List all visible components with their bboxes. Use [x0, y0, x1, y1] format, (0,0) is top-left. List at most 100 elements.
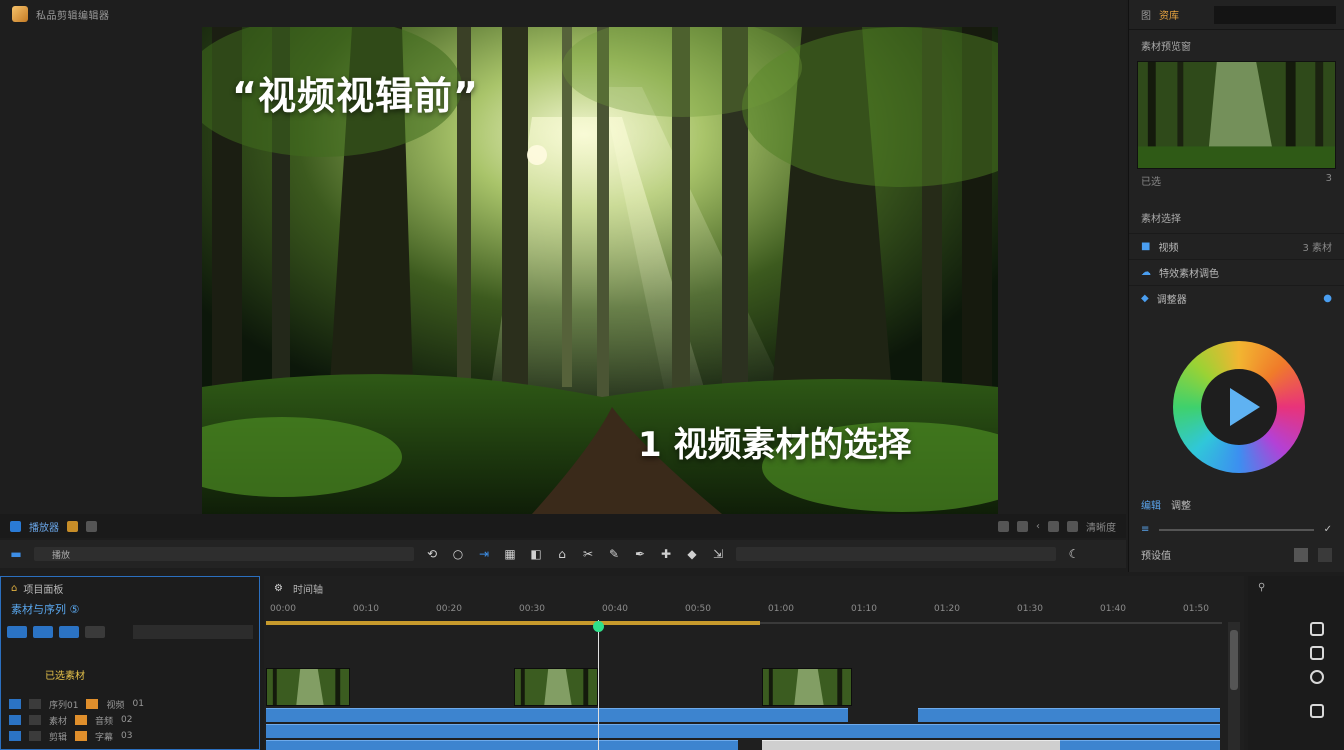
timeline-scrollbar[interactable] [1228, 622, 1240, 750]
in-point-icon[interactable]: ⇥ [476, 546, 492, 562]
tab-edit[interactable]: 编辑 [1141, 497, 1161, 512]
ruler-tick-label: 01:50 [1183, 604, 1209, 614]
tab-adjust[interactable]: 调整 [1171, 497, 1191, 512]
project-row[interactable]: 序列01 视频 01 [1, 696, 259, 712]
inspector-search-input[interactable] [1214, 5, 1336, 24]
play-icon[interactable] [1230, 388, 1260, 426]
tool-column-label: ⚲ [1258, 582, 1266, 593]
subtitle-clip[interactable] [762, 740, 1060, 750]
preset-swatch-1[interactable] [1294, 547, 1308, 562]
inspector-slider-row: ≡ ✓ [1129, 518, 1344, 541]
audio-clip[interactable] [266, 740, 738, 750]
grid-icon[interactable]: ▦ [502, 546, 518, 562]
import-button[interactable] [33, 626, 53, 638]
folder-icon[interactable] [1310, 622, 1324, 636]
project-row[interactable]: 剪辑 字幕 03 [1, 728, 259, 744]
safe-zone-button[interactable] [1017, 520, 1028, 532]
list-view-button[interactable] [59, 626, 79, 638]
project-header: ⌂ 项目面板 [1, 577, 259, 599]
record-icon[interactable] [1310, 670, 1324, 684]
home-icon[interactable]: ⌂ [554, 546, 570, 562]
home-icon[interactable]: ⌂ [11, 583, 17, 594]
secondary-scrub-bar[interactable] [736, 547, 1056, 561]
tab-library[interactable]: 资库 [1159, 7, 1179, 22]
section-title: 素材预览窗 [1141, 42, 1191, 53]
scrub-label: 播放 [52, 551, 71, 561]
chevron-left-icon[interactable]: ‹ [1036, 521, 1040, 532]
copy-icon[interactable] [1310, 646, 1324, 660]
timeline-header: ⚙ 时间轴 [264, 576, 1244, 600]
grid-button[interactable] [1048, 520, 1059, 532]
face-icon[interactable] [1310, 704, 1324, 718]
scrollbar-thumb[interactable] [1230, 630, 1238, 690]
moon-icon[interactable]: ☾ [1066, 546, 1082, 562]
sort-dropdown[interactable] [133, 625, 253, 639]
loop-icon[interactable]: ⟲ [424, 546, 440, 562]
preset-swatch-2[interactable] [1318, 547, 1332, 562]
list-title: 素材选择 [1141, 214, 1181, 225]
layout-button[interactable] [86, 520, 97, 532]
quality-label[interactable]: 清晰度 [1086, 519, 1116, 534]
video-clip[interactable] [514, 668, 598, 706]
playhead-handle[interactable] [593, 621, 604, 632]
tab-image[interactable]: 图 [1141, 7, 1151, 22]
tool-column: ⚲ [1248, 576, 1344, 750]
project-buttons [1, 619, 259, 645]
fit-button[interactable] [998, 520, 1009, 532]
inspector-panel: 图 资库 素材预览窗 已选 3 素材选择 ■ 视频 3 素材 ☁ 特效素材调色 … [1128, 0, 1344, 572]
intensity-slider[interactable] [1159, 528, 1314, 531]
row-value: 3 素材 [1302, 243, 1332, 254]
new-item-button[interactable] [7, 626, 27, 638]
crop-button[interactable] [1067, 520, 1078, 532]
ruler-tick-label: 01:00 [768, 604, 794, 614]
move-icon[interactable]: ✚ [658, 546, 674, 562]
audio-clip[interactable] [266, 708, 848, 722]
inspector-row-effects[interactable]: ☁ 特效素材调色 [1129, 259, 1344, 285]
marker-button[interactable] [67, 520, 78, 532]
export-icon[interactable]: ⇲ [710, 546, 726, 562]
app-title: 私品剪辑编辑器 [36, 10, 110, 22]
scrub-bar[interactable]: 播放 [34, 547, 414, 561]
video-preview[interactable]: “视频视辑前” 1 视频素材的选择 [202, 27, 998, 514]
row-value: ● [1323, 293, 1332, 304]
split-icon[interactable]: ✂ [580, 546, 596, 562]
app-logo-icon [12, 6, 28, 22]
inspector-row-video[interactable]: ■ 视频 3 素材 [1129, 233, 1344, 259]
project-row[interactable]: 素材 音频 02 [1, 712, 259, 728]
color-wheel-area [1129, 311, 1344, 491]
work-area-bar[interactable] [266, 621, 760, 625]
thumbnail-forest-image [1138, 62, 1335, 168]
thumbnail-preview[interactable] [1137, 61, 1336, 169]
diamond-tool-icon[interactable]: ◆ [684, 546, 700, 562]
audio-clip[interactable] [918, 708, 1220, 722]
layers-icon[interactable]: ◧ [528, 546, 544, 562]
audio-clip[interactable] [1060, 740, 1220, 750]
thumb-meta-left: 已选 [1141, 177, 1161, 188]
player-mode-button[interactable] [10, 520, 21, 532]
brush-icon[interactable]: ✎ [606, 546, 622, 562]
ruler-tick-label: 00:00 [270, 604, 296, 614]
timeline-gear-icon[interactable]: ⚙ [274, 583, 283, 594]
ruler-tick-label: 01:20 [934, 604, 960, 614]
sequence-icon[interactable]: ▬ [8, 546, 24, 562]
clip-thumbnail-image [267, 669, 349, 705]
project-folder[interactable]: 已选素材 [1, 645, 259, 682]
ruler-tick-label: 00:10 [353, 604, 379, 614]
audio-clip[interactable] [266, 724, 1220, 738]
menu-icon[interactable]: ≡ [1141, 524, 1149, 535]
playhead-line[interactable] [598, 620, 599, 750]
thumb-meta-right: 3 [1325, 173, 1332, 184]
ruler-tick-label: 01:10 [851, 604, 877, 614]
timeline-ruler[interactable]: 00:00 00:10 00:20 00:30 00:40 00:50 01:00 01:10… [264, 602, 1226, 622]
checkmark-icon[interactable]: ✓ [1324, 524, 1332, 535]
clip-thumbnail-image [763, 669, 851, 705]
ruler-tick-label: 00:30 [519, 604, 545, 614]
folder-button[interactable] [85, 626, 105, 638]
pen-icon[interactable]: ✒ [632, 546, 648, 562]
row-label: 调整器 [1156, 295, 1187, 306]
video-clip[interactable] [266, 668, 350, 706]
video-clip[interactable] [762, 668, 852, 706]
circle-icon[interactable]: ○ [450, 546, 466, 562]
player-strip-right: ‹ 清晰度 [998, 519, 1116, 534]
inspector-row-adjuster[interactable]: ◆ 调整器 ● [1129, 285, 1344, 311]
